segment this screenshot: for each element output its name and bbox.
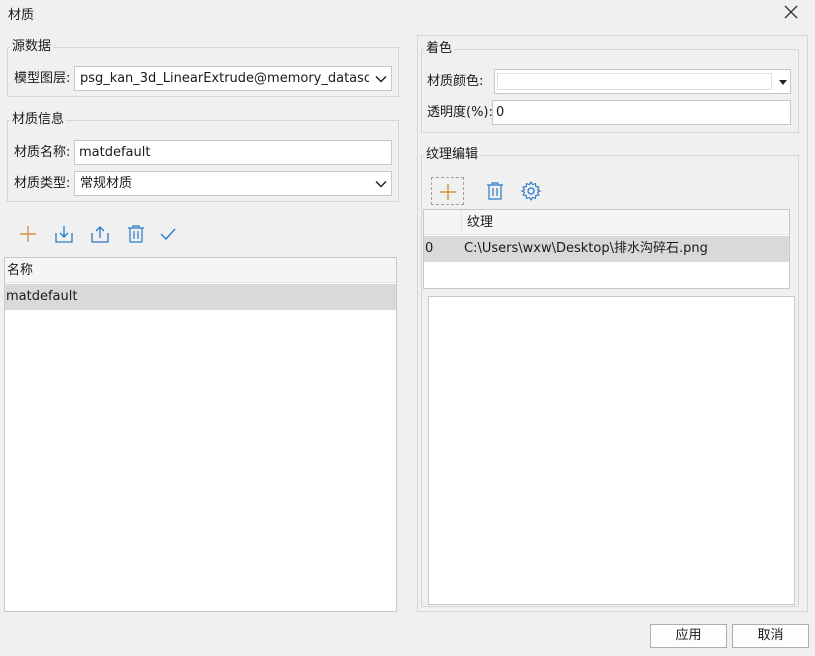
material-name-input[interactable] <box>74 140 392 165</box>
texture-legend: 纹理编辑 <box>424 147 481 163</box>
material-info-legend: 材质信息 <box>10 112 67 128</box>
table-row[interactable]: 0 C:\Users\wxw\Desktop\排水沟碎石.png <box>424 236 789 262</box>
texture-row-index: 0 <box>425 241 434 256</box>
cancel-button[interactable]: 取消 <box>732 624 809 648</box>
color-swatch <box>497 73 772 90</box>
source-legend: 源数据 <box>10 39 54 55</box>
color-dropdown-arrow <box>779 80 787 85</box>
apply-button[interactable]: 应用 <box>650 624 727 648</box>
delete-icon[interactable] <box>125 223 147 245</box>
texture-column-header: 纹理 <box>467 215 494 230</box>
chevron-down-icon <box>375 180 387 188</box>
coloring-legend: 着色 <box>424 41 455 57</box>
material-list[interactable]: 名称 matdefault <box>4 257 397 612</box>
check-icon[interactable] <box>157 223 179 245</box>
index-column-header <box>424 210 462 235</box>
window-title: 材质 <box>8 8 35 23</box>
texture-row-path: C:\Users\wxw\Desktop\排水沟碎石.png <box>464 241 708 256</box>
texture-add-button[interactable] <box>431 177 464 205</box>
add-icon[interactable] <box>17 223 39 245</box>
layer-select-value: psg_kan_3d_LinearExtrude@memory_datasou.… <box>80 71 369 86</box>
texture-table[interactable]: 纹理 0 C:\Users\wxw\Desktop\排水沟碎石.png <box>423 209 790 289</box>
texture-table-header: 纹理 <box>424 210 789 235</box>
import-icon[interactable] <box>53 223 75 245</box>
material-color-picker[interactable] <box>494 69 791 94</box>
layer-select[interactable]: psg_kan_3d_LinearExtrude@memory_datasou.… <box>74 66 392 91</box>
material-color-label: 材质颜色: <box>427 74 484 89</box>
add-icon <box>440 184 456 200</box>
material-type-select[interactable]: 常规材质 <box>74 171 392 196</box>
layer-label: 模型图层: <box>14 71 71 86</box>
export-icon[interactable] <box>89 223 111 245</box>
list-item[interactable]: matdefault <box>5 284 396 310</box>
opacity-input[interactable] <box>492 100 791 125</box>
opacity-label: 透明度(%): <box>427 105 493 120</box>
delete-icon[interactable] <box>484 180 506 202</box>
material-type-value: 常规材质 <box>80 176 133 191</box>
texture-preview <box>428 296 795 605</box>
material-type-label: 材质类型: <box>14 176 71 191</box>
material-list-header: 名称 <box>5 258 396 283</box>
close-icon[interactable] <box>782 3 800 21</box>
material-name-label: 材质名称: <box>14 145 71 160</box>
chevron-down-icon <box>375 75 387 83</box>
settings-icon[interactable] <box>520 180 542 202</box>
